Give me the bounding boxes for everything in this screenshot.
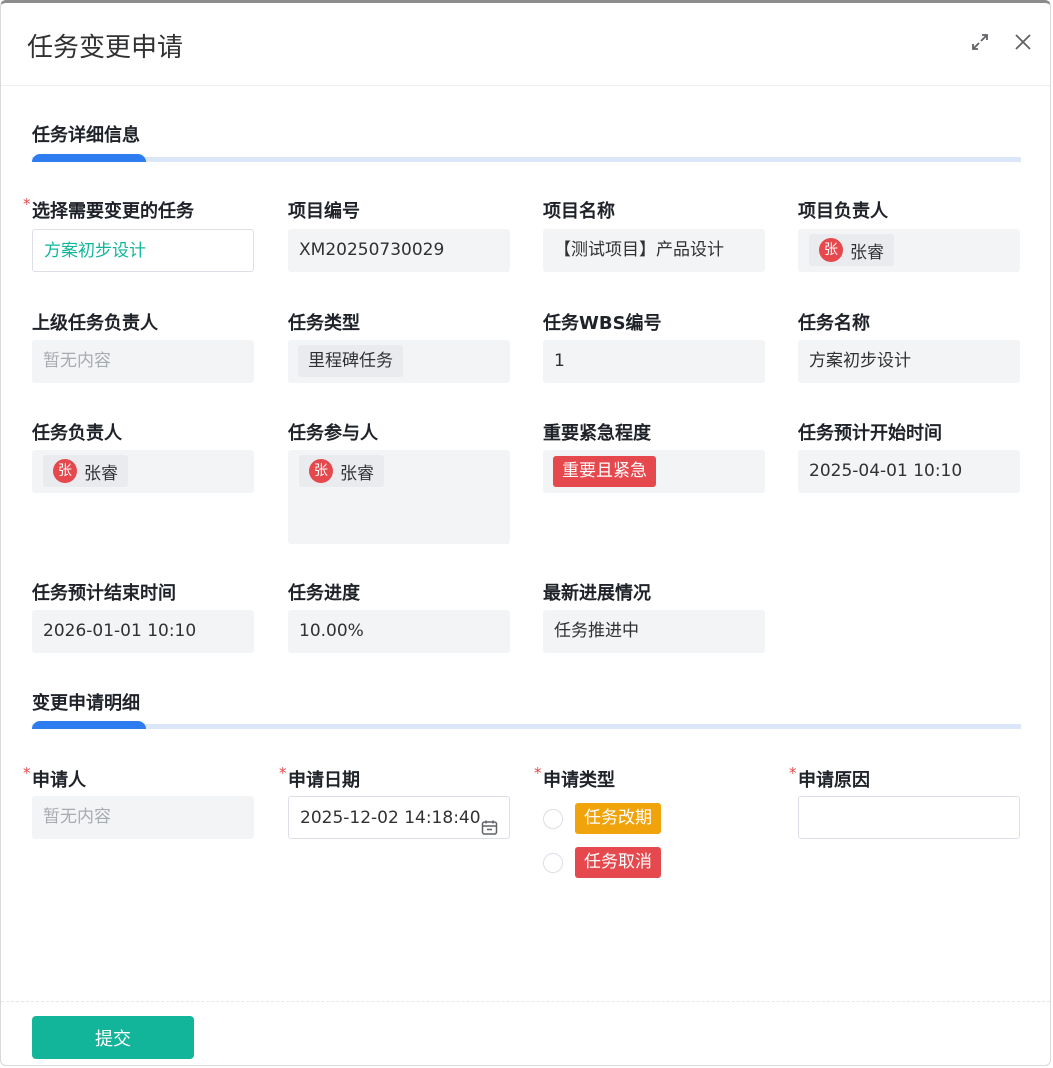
task-name-value: 方案初步设计	[798, 340, 1020, 383]
project-code-value: XM20250730029	[288, 229, 510, 272]
task-owner-field: 张 张睿	[32, 450, 254, 493]
project-name-value: 【测试项目】产品设计	[543, 229, 765, 272]
project-code-label: 项目编号	[288, 201, 360, 222]
radio-button[interactable]	[543, 808, 563, 829]
footer-divider	[1, 1001, 1050, 1002]
expand-icon[interactable]	[969, 31, 991, 53]
section-title-change-details: 变更申请明细	[32, 693, 140, 714]
person-name: 张睿	[850, 242, 884, 263]
section-title-task-details: 任务详细信息	[32, 125, 140, 146]
dialog-header: 任务变更申请	[1, 3, 1050, 86]
calendar-icon[interactable]	[481, 810, 498, 835]
start-time-label: 任务预计开始时间	[798, 423, 942, 444]
parent-owner-value: 暂无内容	[32, 340, 254, 383]
progress-label: 任务进度	[288, 583, 360, 604]
avatar: 张	[53, 459, 77, 483]
person-name: 张睿	[340, 463, 374, 484]
progress-value: 10.00%	[288, 610, 510, 653]
start-time-value: 2025-04-01 10:10	[798, 450, 1020, 493]
apply-type-label: * 申请类型	[534, 764, 615, 791]
section-divider	[32, 154, 1021, 162]
submit-button[interactable]: 提交	[32, 1016, 194, 1059]
latest-progress-value: 任务推进中	[543, 610, 765, 653]
reschedule-tag: 任务改期	[575, 803, 661, 834]
applicant-label: * 申请人	[23, 764, 86, 791]
close-icon[interactable]	[1012, 31, 1034, 53]
task-type-tag: 里程碑任务	[298, 345, 403, 377]
priority-label: 重要紧急程度	[543, 423, 651, 444]
task-owner-label: 任务负责人	[32, 423, 122, 444]
wbs-label: 任务WBS编号	[543, 313, 662, 334]
participants-field: 张 张睿	[288, 450, 510, 544]
apply-date-input[interactable]: 2025-12-02 14:18:40	[288, 796, 510, 839]
radio-button[interactable]	[543, 852, 563, 873]
person-tag: 张 张睿	[43, 455, 128, 487]
avatar: 张	[309, 459, 333, 483]
end-time-value: 2026-01-01 10:10	[32, 610, 254, 653]
task-select-label: * 选择需要变更的任务	[23, 195, 194, 222]
parent-owner-label: 上级任务负责人	[32, 313, 158, 334]
priority-field: 重要且紧急	[543, 450, 765, 493]
priority-badge: 重要且紧急	[553, 456, 656, 487]
project-name-label: 项目名称	[543, 201, 615, 222]
section-divider	[32, 721, 1021, 729]
person-tag: 张 张睿	[809, 234, 894, 266]
person-tag: 张 张睿	[299, 455, 384, 487]
end-time-label: 任务预计结束时间	[32, 583, 176, 604]
avatar: 张	[819, 238, 843, 262]
project-owner-label: 项目负责人	[798, 201, 888, 222]
task-type-field: 里程碑任务	[288, 340, 510, 383]
apply-type-option-cancel[interactable]: 任务取消	[543, 847, 661, 878]
applicant-value: 暂无内容	[32, 796, 254, 839]
task-type-label: 任务类型	[288, 313, 360, 334]
wbs-value: 1	[543, 340, 765, 383]
apply-date-value: 2025-12-02 14:18:40	[300, 808, 481, 828]
latest-progress-label: 最新进展情况	[543, 583, 651, 604]
cancel-tag: 任务取消	[575, 847, 661, 878]
dialog-title: 任务变更申请	[27, 33, 184, 63]
apply-date-label: * 申请日期	[279, 764, 360, 791]
person-name: 张睿	[84, 463, 118, 484]
apply-type-option-reschedule[interactable]: 任务改期	[543, 803, 661, 834]
reason-label: * 申请原因	[789, 764, 870, 791]
task-name-label: 任务名称	[798, 313, 870, 334]
task-select-input[interactable]: 方案初步设计	[32, 229, 254, 272]
participants-label: 任务参与人	[288, 423, 378, 444]
project-owner-field: 张 张睿	[798, 229, 1020, 272]
task-change-dialog: 任务变更申请 任务详细信息 * 选择需要变更的任务 方案初步设计 项目编号 XM2…	[0, 0, 1051, 1066]
reason-input[interactable]	[798, 796, 1020, 839]
